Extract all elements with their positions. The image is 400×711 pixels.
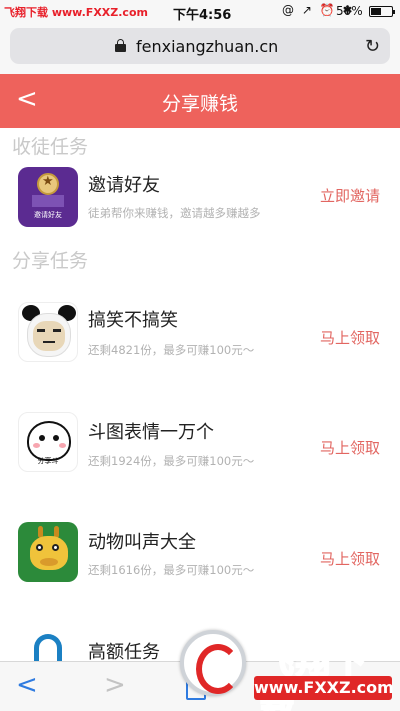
emoji-meme-icon: 分享斗	[18, 412, 78, 472]
section-title-share: 分享任务	[12, 250, 89, 272]
page-header: < 分享赚钱	[0, 74, 400, 128]
claim-button[interactable]: 马上领取	[320, 437, 380, 458]
watermark-text: 飞翔下载 www.FXXZ.com	[4, 6, 148, 19]
watermark-logo: 飞翔下载 www.FXXZ.com	[180, 628, 400, 711]
claim-button[interactable]: 马上领取	[320, 548, 380, 569]
invite-app-icon: 邀请好友	[18, 167, 78, 227]
item-name: 斗图表情一万个	[88, 422, 214, 443]
forward-nav-icon[interactable]: >	[104, 670, 126, 700]
giraffe-icon	[18, 522, 78, 582]
status-bar: 飞翔下载 www.FXXZ.com 下午4:56 @ ↗ ⏰ ✱ 50%	[0, 0, 400, 24]
status-time: 下午4:56	[173, 8, 232, 23]
list-item-task[interactable]: 搞笑不搞笑 还剩4821份，最多可赚100元～ 马上领取	[0, 300, 400, 370]
panda-meme-icon	[18, 302, 78, 362]
item-desc: 还剩1924份，最多可赚100元～	[88, 454, 255, 468]
battery-icon	[369, 6, 395, 17]
list-item-invite[interactable]: 邀请好友 邀请好友 徒弟帮你来赚钱，邀请越多赚越多 立即邀请	[0, 165, 400, 235]
reload-icon[interactable]: ↻	[365, 36, 380, 57]
item-name: 搞笑不搞笑	[88, 310, 178, 331]
url-text: fenxiangzhuan.cn	[136, 37, 279, 56]
list-item-task[interactable]: 动物叫声大全 还剩1616份，最多可赚100元～ 马上领取	[0, 520, 400, 590]
section-title-apprentice: 收徒任务	[12, 136, 89, 158]
browser-address-area: fenxiangzhuan.cn ↻	[0, 24, 400, 74]
address-bar[interactable]: fenxiangzhuan.cn ↻	[10, 28, 390, 64]
claim-button[interactable]: 马上领取	[320, 327, 380, 348]
back-nav-icon[interactable]: <	[16, 670, 38, 700]
invite-button[interactable]: 立即邀请	[320, 185, 380, 206]
watermark-site: www.FXXZ.com	[254, 676, 394, 700]
item-name: 邀请好友	[88, 175, 160, 196]
watermark-emblem	[180, 630, 246, 696]
item-desc: 徒弟帮你来赚钱，邀请越多赚越多	[88, 206, 261, 220]
lock-icon	[115, 39, 126, 53]
battery-percent: 50%	[336, 4, 363, 18]
page-title: 分享赚钱	[161, 93, 238, 115]
item-name: 动物叫声大全	[88, 532, 196, 553]
item-desc: 还剩4821份，最多可赚100元～	[88, 343, 255, 357]
list-item-task[interactable]: 分享斗 斗图表情一万个 还剩1924份，最多可赚100元～ 马上领取	[0, 410, 400, 480]
item-desc: 还剩1616份，最多可赚100元～	[88, 563, 255, 577]
